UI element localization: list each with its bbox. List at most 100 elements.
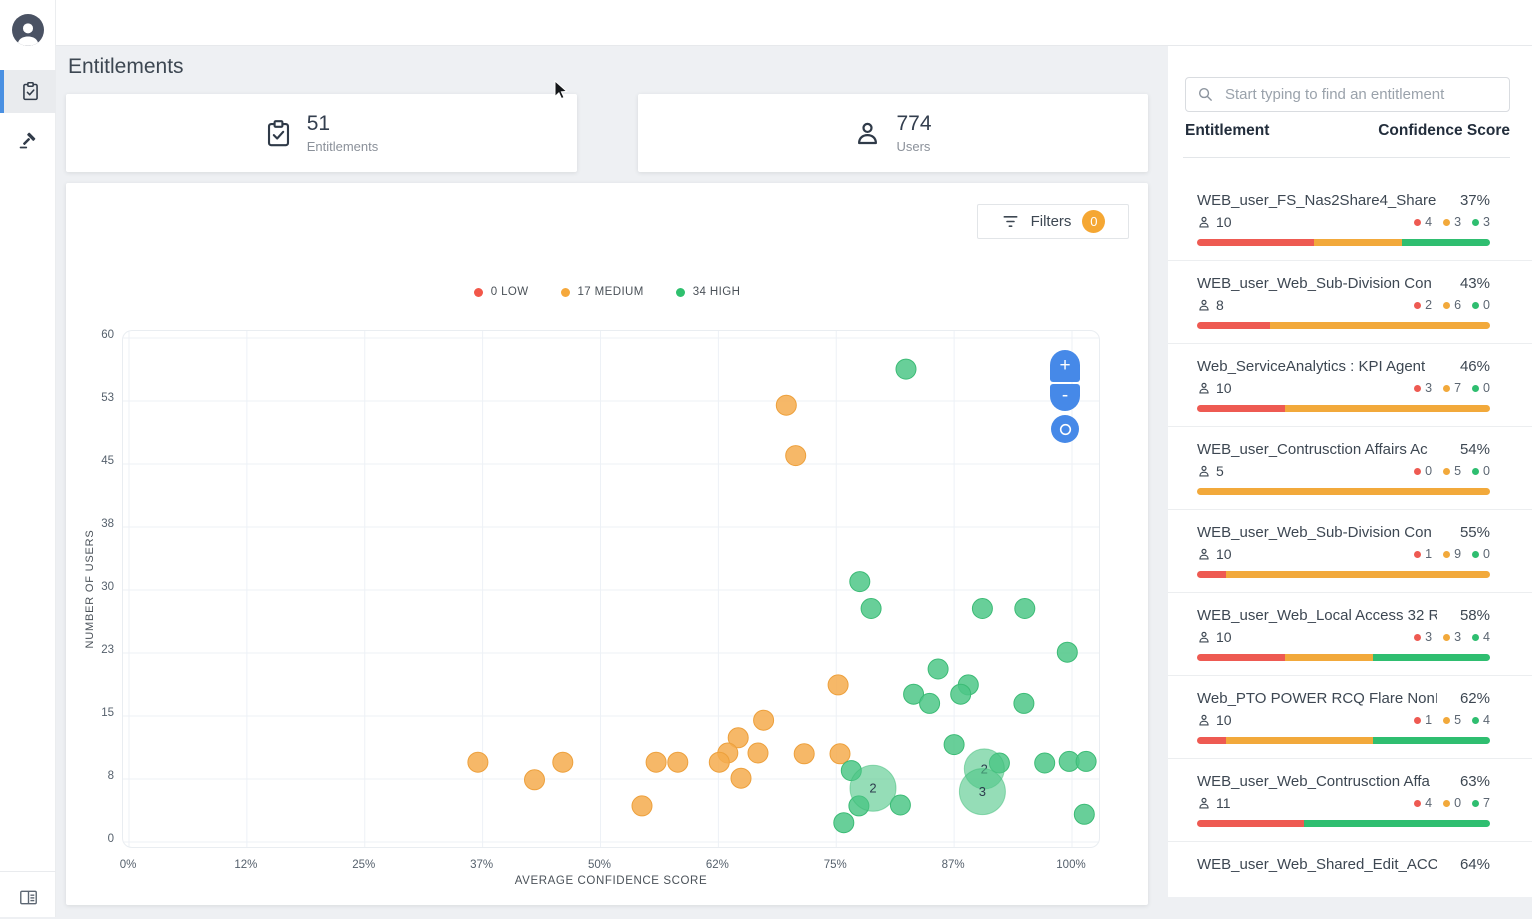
x-tick-label: 25% [334, 859, 394, 871]
confidence-score-value: 62% [1460, 690, 1490, 707]
chart-point[interactable] [646, 752, 666, 772]
chart-point[interactable] [709, 752, 729, 772]
chart-point[interactable] [896, 359, 916, 379]
chart-point[interactable] [1057, 642, 1077, 662]
confidence-bar [1197, 654, 1490, 661]
chart-point[interactable] [468, 752, 488, 772]
chart-point[interactable] [944, 735, 964, 755]
zoom-in-button[interactable]: + [1050, 350, 1080, 382]
chart-point[interactable] [928, 659, 948, 679]
zoom-reset-button[interactable] [1051, 415, 1079, 443]
filters-button[interactable]: Filters 0 [977, 204, 1129, 239]
chart-point[interactable] [525, 770, 545, 790]
chart-point[interactable] [828, 675, 848, 695]
side-panel-icon [19, 889, 38, 906]
users-count: 774 [896, 112, 931, 136]
chart-point[interactable] [951, 684, 971, 704]
chart-point[interactable] [1035, 753, 1055, 773]
filters-label: Filters [1031, 213, 1072, 230]
entitlement-name: WEB_user_Web_Sub-Division Con [1197, 524, 1432, 541]
chart-point[interactable] [754, 710, 774, 730]
entitlement-users: 5 [1197, 463, 1224, 479]
chart-point[interactable] [668, 752, 688, 772]
legend-item[interactable]: 17 MEDIUM [561, 286, 644, 298]
medium-bar-segment [1197, 488, 1490, 495]
legend-item[interactable]: 0 LOW [474, 286, 529, 298]
entitlement-row[interactable]: WEB_user_FS_Nas2Share4_Share 37% 10 433 [1168, 178, 1532, 261]
severity-dots: 190 [1414, 547, 1490, 561]
legend-item[interactable]: 34 HIGH [676, 286, 741, 298]
chart-point[interactable] [776, 395, 796, 415]
chart-point[interactable] [786, 446, 806, 466]
low-bar-segment [1197, 405, 1285, 412]
entitlement-search-input[interactable] [1223, 85, 1498, 104]
entitlement-list-panel: Entitlement Confidence Score WEB_user_FS… [1168, 46, 1532, 897]
sidebar-collapse-button[interactable] [0, 876, 56, 919]
entitlement-row[interactable]: WEB_user_Web_Local Access 32 R 58% 10 33… [1168, 593, 1532, 676]
zoom-out-button[interactable]: - [1050, 384, 1080, 411]
circle-icon [1059, 423, 1072, 436]
sidebar-item-audit[interactable] [0, 118, 56, 161]
chart-point[interactable] [861, 599, 881, 619]
user-icon [1197, 630, 1211, 644]
entitlements-summary-card: 51 Entitlements [66, 94, 577, 172]
entitlement-row[interactable]: WEB_user_Contrusction Affairs Ac 54% 5 0… [1168, 427, 1532, 510]
user-icon [1197, 464, 1211, 478]
legend-label: 0 LOW [491, 286, 529, 298]
chart-point[interactable] [830, 744, 850, 764]
chart-point[interactable] [553, 752, 573, 772]
chart-point[interactable] [850, 572, 870, 592]
gavel-icon [18, 130, 38, 150]
chart-point[interactable] [1076, 751, 1096, 771]
severity-dot-count: 4 [1472, 630, 1490, 644]
entitlement-users: 10 [1197, 546, 1232, 562]
high-bar-segment [1373, 654, 1490, 661]
entitlement-users-count: 10 [1216, 546, 1232, 562]
y-tick-label: 0 [68, 833, 114, 845]
entitlement-users: 10 [1197, 712, 1232, 728]
entitlement-row[interactable]: WEB_user_Web_Sub-Division Con 43% 8 260 [1168, 261, 1532, 344]
confidence-bar [1197, 571, 1490, 578]
avatar[interactable] [12, 14, 44, 46]
y-tick-label: 15 [68, 707, 114, 719]
chart-point[interactable] [920, 693, 940, 713]
severity-dots: 370 [1414, 381, 1490, 395]
x-tick-label: 0% [98, 859, 158, 871]
entitlement-row[interactable]: WEB_user_Web_Shared_Edit_ACC 64% [1168, 842, 1532, 897]
chart-point[interactable] [972, 599, 992, 619]
legend-dot-icon [561, 288, 570, 297]
confidence-score-value: 43% [1460, 275, 1490, 292]
entitlement-row[interactable]: WEB_user_Web_Sub-Division Con 55% 10 190 [1168, 510, 1532, 593]
low-dot-icon [1414, 468, 1421, 475]
plot-area[interactable]: 223 [122, 330, 1100, 848]
entitlement-users-count: 10 [1216, 214, 1232, 230]
entitlement-row[interactable]: Web_PTO POWER RCQ Flare NonI 62% 10 154 [1168, 676, 1532, 759]
chart-point[interactable] [632, 796, 652, 816]
chart-point[interactable] [748, 743, 768, 763]
entitlement-name: WEB_user_Contrusction Affairs Ac [1197, 441, 1428, 458]
x-axis-title: AVERAGE CONFIDENCE SCORE [122, 875, 1100, 887]
low-bar-segment [1197, 322, 1270, 329]
chart-point[interactable] [1015, 599, 1035, 619]
column-header-confidence-score: Confidence Score [1378, 122, 1510, 140]
chart-point[interactable] [1014, 693, 1034, 713]
low-dot-icon [1414, 634, 1421, 641]
confidence-bar [1197, 737, 1490, 744]
chart-point[interactable] [731, 768, 751, 788]
chart-point[interactable] [1074, 804, 1094, 824]
legend-label: 17 MEDIUM [578, 286, 644, 298]
severity-dots: 433 [1414, 215, 1490, 229]
entitlement-row[interactable]: WEB_user_Web_Contrusction Affa 63% 11 40… [1168, 759, 1532, 842]
high-bar-segment [1304, 820, 1490, 827]
sidebar-item-entitlements[interactable] [0, 70, 56, 113]
top-bar [0, 0, 1532, 46]
chart-point[interactable] [794, 744, 814, 764]
severity-dot-count: 4 [1414, 215, 1432, 229]
entitlement-row[interactable]: Web_ServiceAnalytics : KPI Agent 46% 10 … [1168, 344, 1532, 427]
severity-dot-count: 5 [1443, 464, 1461, 478]
chart-point[interactable] [834, 813, 854, 833]
confidence-score-value: 54% [1460, 441, 1490, 458]
x-tick-label: 12% [216, 859, 276, 871]
users-summary-card: 774 Users [638, 94, 1148, 172]
confidence-score-value: 64% [1460, 856, 1490, 873]
